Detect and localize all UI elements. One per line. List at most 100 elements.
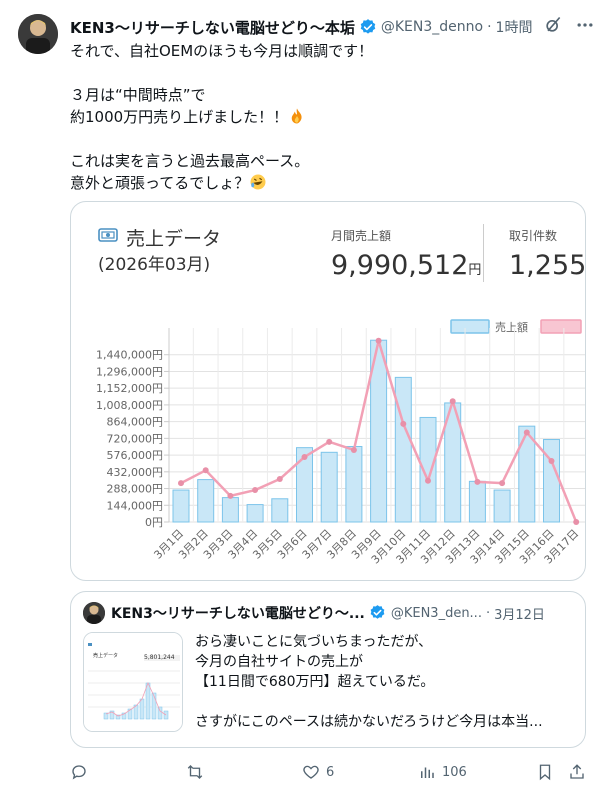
line-point: [573, 519, 580, 525]
fire-emoji-icon: [288, 107, 306, 125]
share-icon: [570, 764, 584, 779]
bar-mark: [271, 498, 289, 523]
quoted-display-name: KEN3〜リサーチしない電脳せどり〜...: [111, 606, 365, 622]
y-tick-label: 0円: [145, 516, 163, 529]
grok-icon[interactable]: [543, 15, 563, 39]
tweet-line: それで、自社OEMのほうも今月は順調です！: [70, 42, 374, 60]
card-period: (2026年03月): [98, 255, 211, 275]
quoted-line: 【11日間で680万円】超えているだ。: [195, 674, 435, 690]
metric-divider: [483, 224, 484, 282]
quoted-header: KEN3〜リサーチしない電脳せどり〜... @KEN3_den... · 3月1…: [111, 602, 576, 624]
legend-line-swatch: [540, 319, 582, 334]
analytics-icon: [421, 767, 434, 778]
tweet-line: 約1000万円売り上げました！！: [70, 106, 590, 128]
header-separator: ·: [487, 19, 492, 35]
tweet-line: [70, 128, 590, 150]
tweet-line-text: 約1000万円売り上げました！！: [70, 108, 289, 126]
transaction-count-number: 1,255: [509, 250, 586, 281]
views-button[interactable]: 106: [418, 760, 467, 784]
tweet-line: これは実を言うと過去最高ペース。: [70, 152, 310, 170]
share-button[interactable]: [568, 760, 586, 784]
monthly-sales-value: 9,990,512円: [331, 250, 481, 281]
y-tick-label: 1,296,000円: [96, 365, 163, 378]
tweet-text: それで、自社OEMのほうも今月は順調です！ ３月は“中間時点”で 約1000万円…: [70, 40, 590, 194]
card-title: 売上データ: [126, 228, 222, 250]
bookmark-icon: [539, 764, 551, 781]
y-tick-label: 288,000円: [107, 483, 164, 496]
quoted-separator: ·: [485, 605, 491, 621]
monthly-sales-number: 9,990,512: [331, 250, 469, 281]
line-point: [375, 337, 382, 344]
line-point: [499, 480, 506, 487]
monthly-sales-label: 月間売上額: [331, 229, 392, 243]
line-point: [449, 398, 456, 405]
quoted-line: 今月の自社サイトの売上が: [195, 654, 363, 670]
legend-bar-label: 売上額: [495, 321, 528, 334]
quoted-line: [195, 692, 575, 712]
author-avatar[interactable]: [18, 14, 58, 54]
tweet-line: [70, 62, 590, 84]
author-display-name[interactable]: KEN3〜リサーチしない電脳せどり〜本垢: [70, 17, 355, 38]
sales-data-image[interactable]: 売上データ (2026年03月) 月間売上額 9,990,512円 取引件数 1…: [70, 201, 586, 581]
y-tick-label: 576,000円: [107, 449, 164, 462]
quoted-author-avatar: [83, 602, 105, 624]
quoted-handle: @KEN3_den...: [390, 605, 482, 621]
line-point: [400, 420, 407, 427]
bar-mark: [246, 504, 264, 523]
y-tick-label: 720,000円: [107, 432, 164, 445]
retweet-button[interactable]: [186, 760, 210, 784]
quoted-thumbnail[interactable]: 売上データ 5,801,244: [83, 632, 183, 732]
line-point: [474, 478, 481, 485]
quoted-tweet[interactable]: KEN3〜リサーチしない電脳せどり〜... @KEN3_den... · 3月1…: [70, 591, 586, 748]
y-tick-label: 144,000円: [107, 499, 164, 512]
y-tick-label: 432,000円: [107, 466, 164, 479]
verified-badge-icon: [369, 604, 387, 622]
like-button[interactable]: 6: [302, 760, 334, 784]
more-options-icon[interactable]: [575, 15, 595, 39]
line-point: [301, 453, 308, 460]
post-time[interactable]: 1時間: [496, 17, 533, 37]
tweet: KEN3〜リサーチしない電脳せどり〜本垢 @KEN3_denno · 1時間 そ…: [0, 0, 610, 787]
bar-mark: [493, 489, 511, 523]
heart-icon: [303, 765, 319, 779]
views-count: 106: [442, 764, 467, 780]
y-tick-label: 1,440,000円: [96, 349, 163, 362]
transaction-count-value: 1,255件: [509, 250, 586, 281]
line-point: [326, 438, 333, 445]
y-tick-label: 1,008,000円: [96, 399, 163, 412]
monthly-sales-unit: 円: [468, 263, 482, 278]
retweet-icon: [187, 765, 203, 779]
bar-mark: [345, 445, 363, 523]
action-bar: 6 106: [70, 760, 590, 784]
reply-button[interactable]: [70, 760, 94, 784]
author-handle[interactable]: @KEN3_denno: [381, 19, 483, 35]
sales-chart: 売上額 0円 144,000円 288,000円 432,000円 576,000円 720…: [96, 319, 585, 567]
y-tick-label: 864,000円: [107, 416, 164, 429]
quoted-line: おら凄いことに気づいちまっただが、: [195, 634, 433, 650]
thumb-value: 5,801,244: [144, 654, 175, 661]
bar-mark: [221, 497, 239, 523]
verified-badge-icon: [359, 18, 377, 36]
bar-mark: [197, 479, 215, 523]
y-tick-label: 1,152,000円: [96, 382, 163, 395]
line-point: [548, 458, 555, 465]
reply-icon: [72, 765, 86, 780]
line-point: [227, 492, 234, 499]
like-count: 6: [326, 764, 335, 780]
cash-icon: [98, 227, 118, 243]
bar-mark: [543, 439, 560, 523]
bookmark-button[interactable]: [536, 760, 554, 784]
line-point: [202, 467, 209, 474]
transaction-count-label: 取引件数: [509, 229, 558, 243]
thumb-title: 売上データ: [93, 653, 119, 659]
tweet-header: KEN3〜リサーチしない電脳せどり〜本垢 @KEN3_denno · 1時間: [70, 16, 595, 38]
bar-mark: [172, 489, 190, 523]
line-point: [276, 476, 283, 483]
bar-mark: [320, 451, 338, 523]
line-point: [425, 477, 431, 484]
line-point: [523, 429, 530, 436]
tweet-line-text: 意外と頑張ってるでしょ？: [70, 174, 250, 192]
line-point: [252, 487, 259, 494]
quoted-text: おら凄いことに気づいちまっただが、 今月の自社サイトの売上が 【11日間で680…: [195, 632, 575, 732]
quoted-line: さすがにこのペースは続かないだろうけど今月は本当...: [195, 714, 543, 730]
